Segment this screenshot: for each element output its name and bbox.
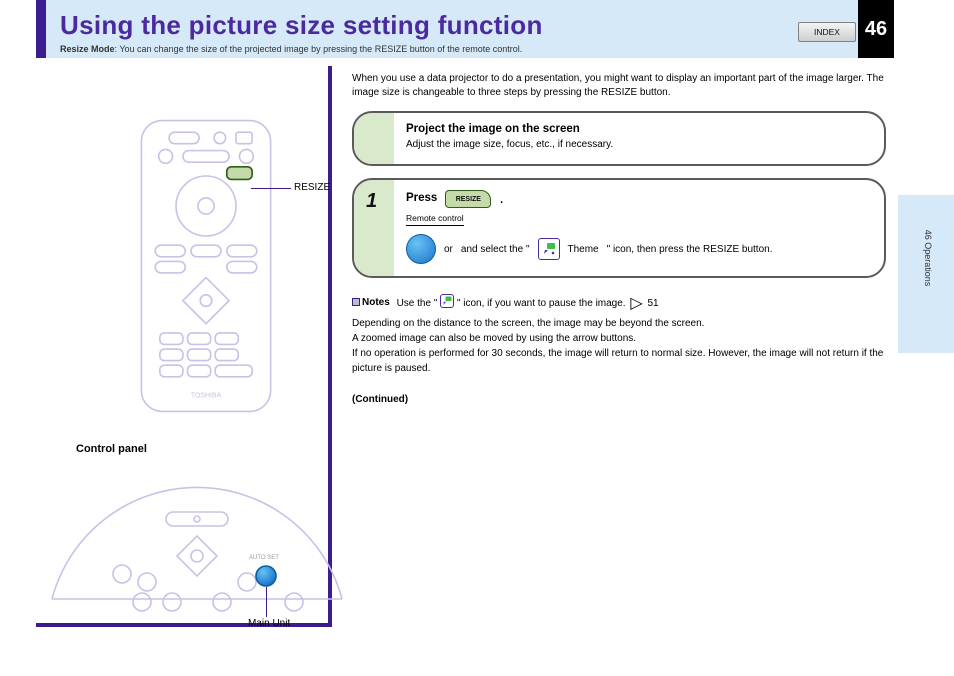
or-text-1: and select the " <box>461 244 530 255</box>
callout-line-mainunit <box>266 587 267 617</box>
remote-control-illustration: TOSHIBA <box>136 116 276 416</box>
subtitle-rest: : You can change the size of the project… <box>115 44 523 54</box>
note-1a: Use the " <box>397 298 438 309</box>
note-line-2: Depending on the distance to the screen,… <box>352 316 886 331</box>
step-box-1: 1 Press RESIZE . Remote control or and s… <box>352 178 886 278</box>
note-line-4: If no operation is performed for 30 seco… <box>352 346 886 376</box>
notes-block: Notes Use the " " icon, if you want to p… <box>352 292 886 376</box>
or-text-2: " icon, then press the RESIZE button. <box>607 244 773 255</box>
or-label: or <box>444 244 453 255</box>
header-bar: Using the picture size setting function … <box>36 0 894 58</box>
page-subtitle: Resize Mode: You can change the size of … <box>60 44 522 54</box>
side-section-label: 46 Operations <box>923 188 933 328</box>
notes-label: Notes <box>352 295 390 310</box>
step-box-prepare: Project the image on the screen Adjust t… <box>352 111 886 166</box>
remote-brand-text: TOSHIBA <box>191 393 222 400</box>
step-box-1-heading: Project the image on the screen <box>406 123 868 135</box>
note-line-3: A zoomed image can also be moved by usin… <box>352 331 886 346</box>
theme-icon-small <box>440 294 454 308</box>
header-spine <box>36 0 46 58</box>
page-number-tab: 46 <box>858 0 894 58</box>
left-column: TOSHIBA RESIZE Control panel <box>36 58 332 642</box>
page-ref-arrow-icon: ▷ <box>630 295 642 312</box>
theme-icon <box>538 238 560 260</box>
note-1b: " icon, if you want to pause the image. <box>457 298 626 309</box>
callout-line-resize <box>251 188 291 189</box>
press-word: Press <box>406 192 437 204</box>
note-1-pageref[interactable]: 51 <box>647 298 658 309</box>
resize-button-graphic: RESIZE <box>445 190 491 208</box>
main-column: When you use a data projector to do a pr… <box>352 72 912 405</box>
subtitle-label: Resize Mode <box>60 44 115 54</box>
callout-label-resize: RESIZE <box>294 182 330 193</box>
step-box-1-text: Adjust the image size, focus, etc., if n… <box>406 138 868 152</box>
theme-word: Theme <box>568 244 599 255</box>
continued-label: (Continued) <box>352 394 912 405</box>
panel-button-label: AUTO SET <box>249 555 279 561</box>
intro-paragraph: When you use a data projector to do a pr… <box>352 72 912 99</box>
callout-label-mainunit: Main Unit <box>248 618 290 629</box>
step-number: 1 <box>366 190 377 213</box>
press-period: . <box>499 190 503 208</box>
step-box-sidebar <box>354 113 394 164</box>
note-line-1: Notes Use the " " icon, if you want to p… <box>352 292 886 316</box>
control-panel-illustration: AUTO SET <box>42 454 350 614</box>
autoset-button-graphic <box>406 234 436 264</box>
page-title: Using the picture size setting function <box>60 10 543 41</box>
index-button[interactable]: INDEX <box>798 22 856 42</box>
step-box-sidebar: 1 <box>354 180 394 276</box>
note-bullet-icon <box>352 298 360 306</box>
remote-control-underline: Remote control <box>406 213 464 226</box>
